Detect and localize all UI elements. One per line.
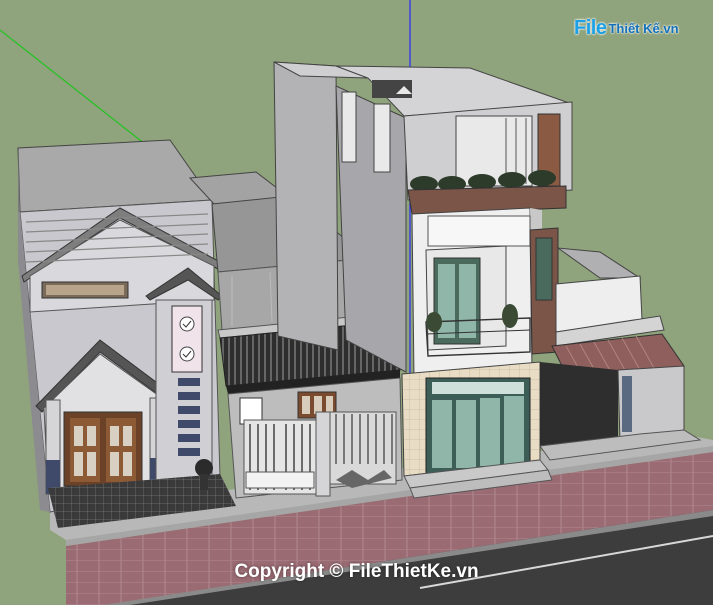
logo-file-text: File: [574, 16, 607, 39]
sketchup-viewport[interactable]: File Thiết Kế.vn Copyright © FileThietKe…: [0, 0, 713, 605]
logo-rest-text: Thiết Kế.vn: [608, 20, 679, 36]
filethietke-logo: File Thiết Kế.vn: [574, 14, 702, 42]
copyright-watermark: Copyright © FileThietKe.vn: [234, 561, 479, 582]
right-annex-icon: [539, 247, 702, 461]
left-house-icon: [17, 139, 236, 528]
green-axis-line: [0, 29, 151, 149]
scene-canvas: [0, 0, 713, 605]
